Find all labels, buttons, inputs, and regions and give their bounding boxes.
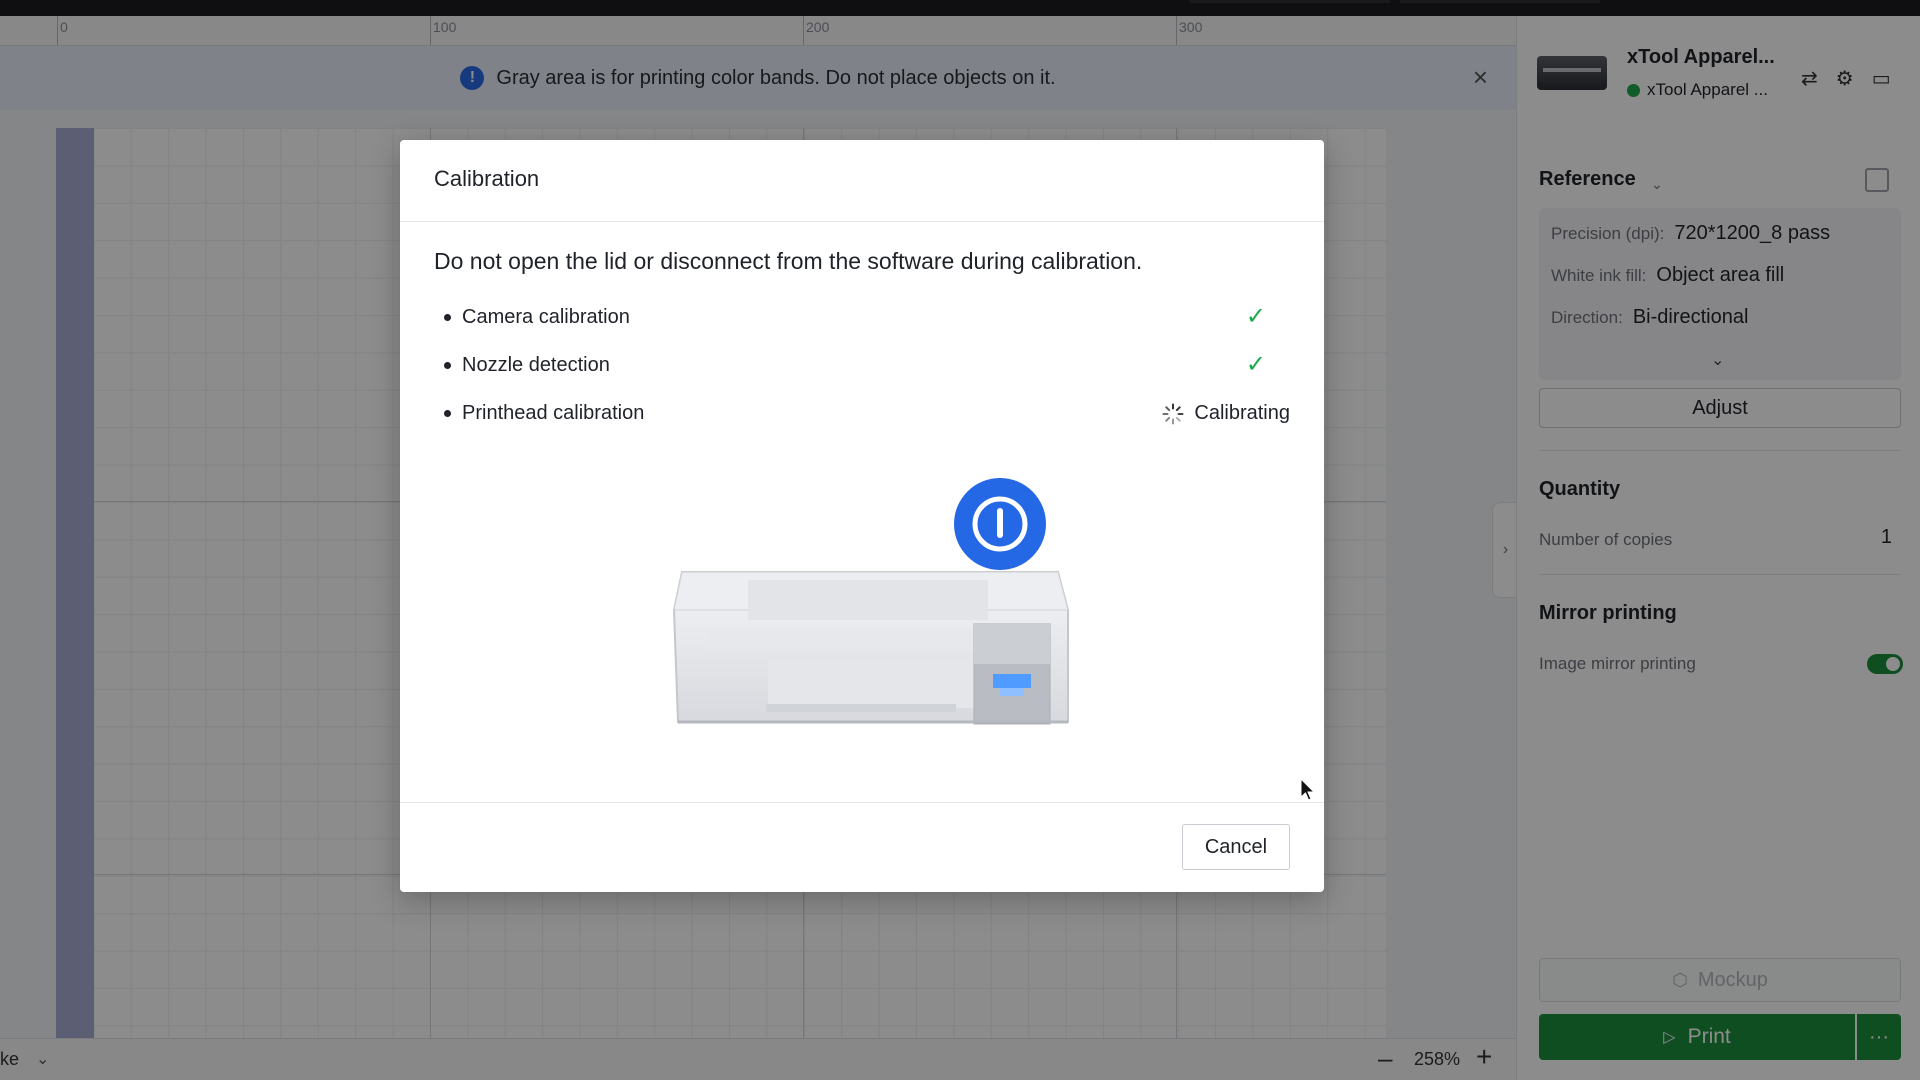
step-label: Camera calibration <box>462 306 630 328</box>
step-label: Nozzle detection <box>462 354 610 376</box>
dialog-footer-divider <box>400 802 1324 803</box>
power-symbol <box>972 496 1028 552</box>
calibration-warning: Do not open the lid or disconnect from t… <box>434 248 1143 274</box>
calibration-dialog: Calibration Do not open the lid or disco… <box>400 140 1324 892</box>
step-printhead-calibration: Printhead calibration Calibrating <box>444 400 1290 430</box>
step-label: Printhead calibration <box>462 402 645 424</box>
mouse-cursor-icon <box>1300 778 1316 801</box>
bullet <box>444 362 451 369</box>
bullet <box>444 410 451 417</box>
power-icon <box>954 478 1046 570</box>
status-text: Calibrating <box>1194 402 1290 424</box>
step-status: Calibrating <box>1162 402 1290 425</box>
dialog-title: Calibration <box>434 166 540 191</box>
step-nozzle-detection: Nozzle detection ✓ <box>444 351 1290 382</box>
check-icon: ✓ <box>1245 303 1266 330</box>
bullet <box>444 314 451 321</box>
cancel-button[interactable]: Cancel <box>1182 824 1290 870</box>
loading-spinner-icon <box>1162 403 1184 424</box>
dialog-divider <box>400 221 1324 222</box>
step-camera-calibration: Camera calibration ✓ <box>444 303 1290 334</box>
check-icon: ✓ <box>1245 351 1266 378</box>
